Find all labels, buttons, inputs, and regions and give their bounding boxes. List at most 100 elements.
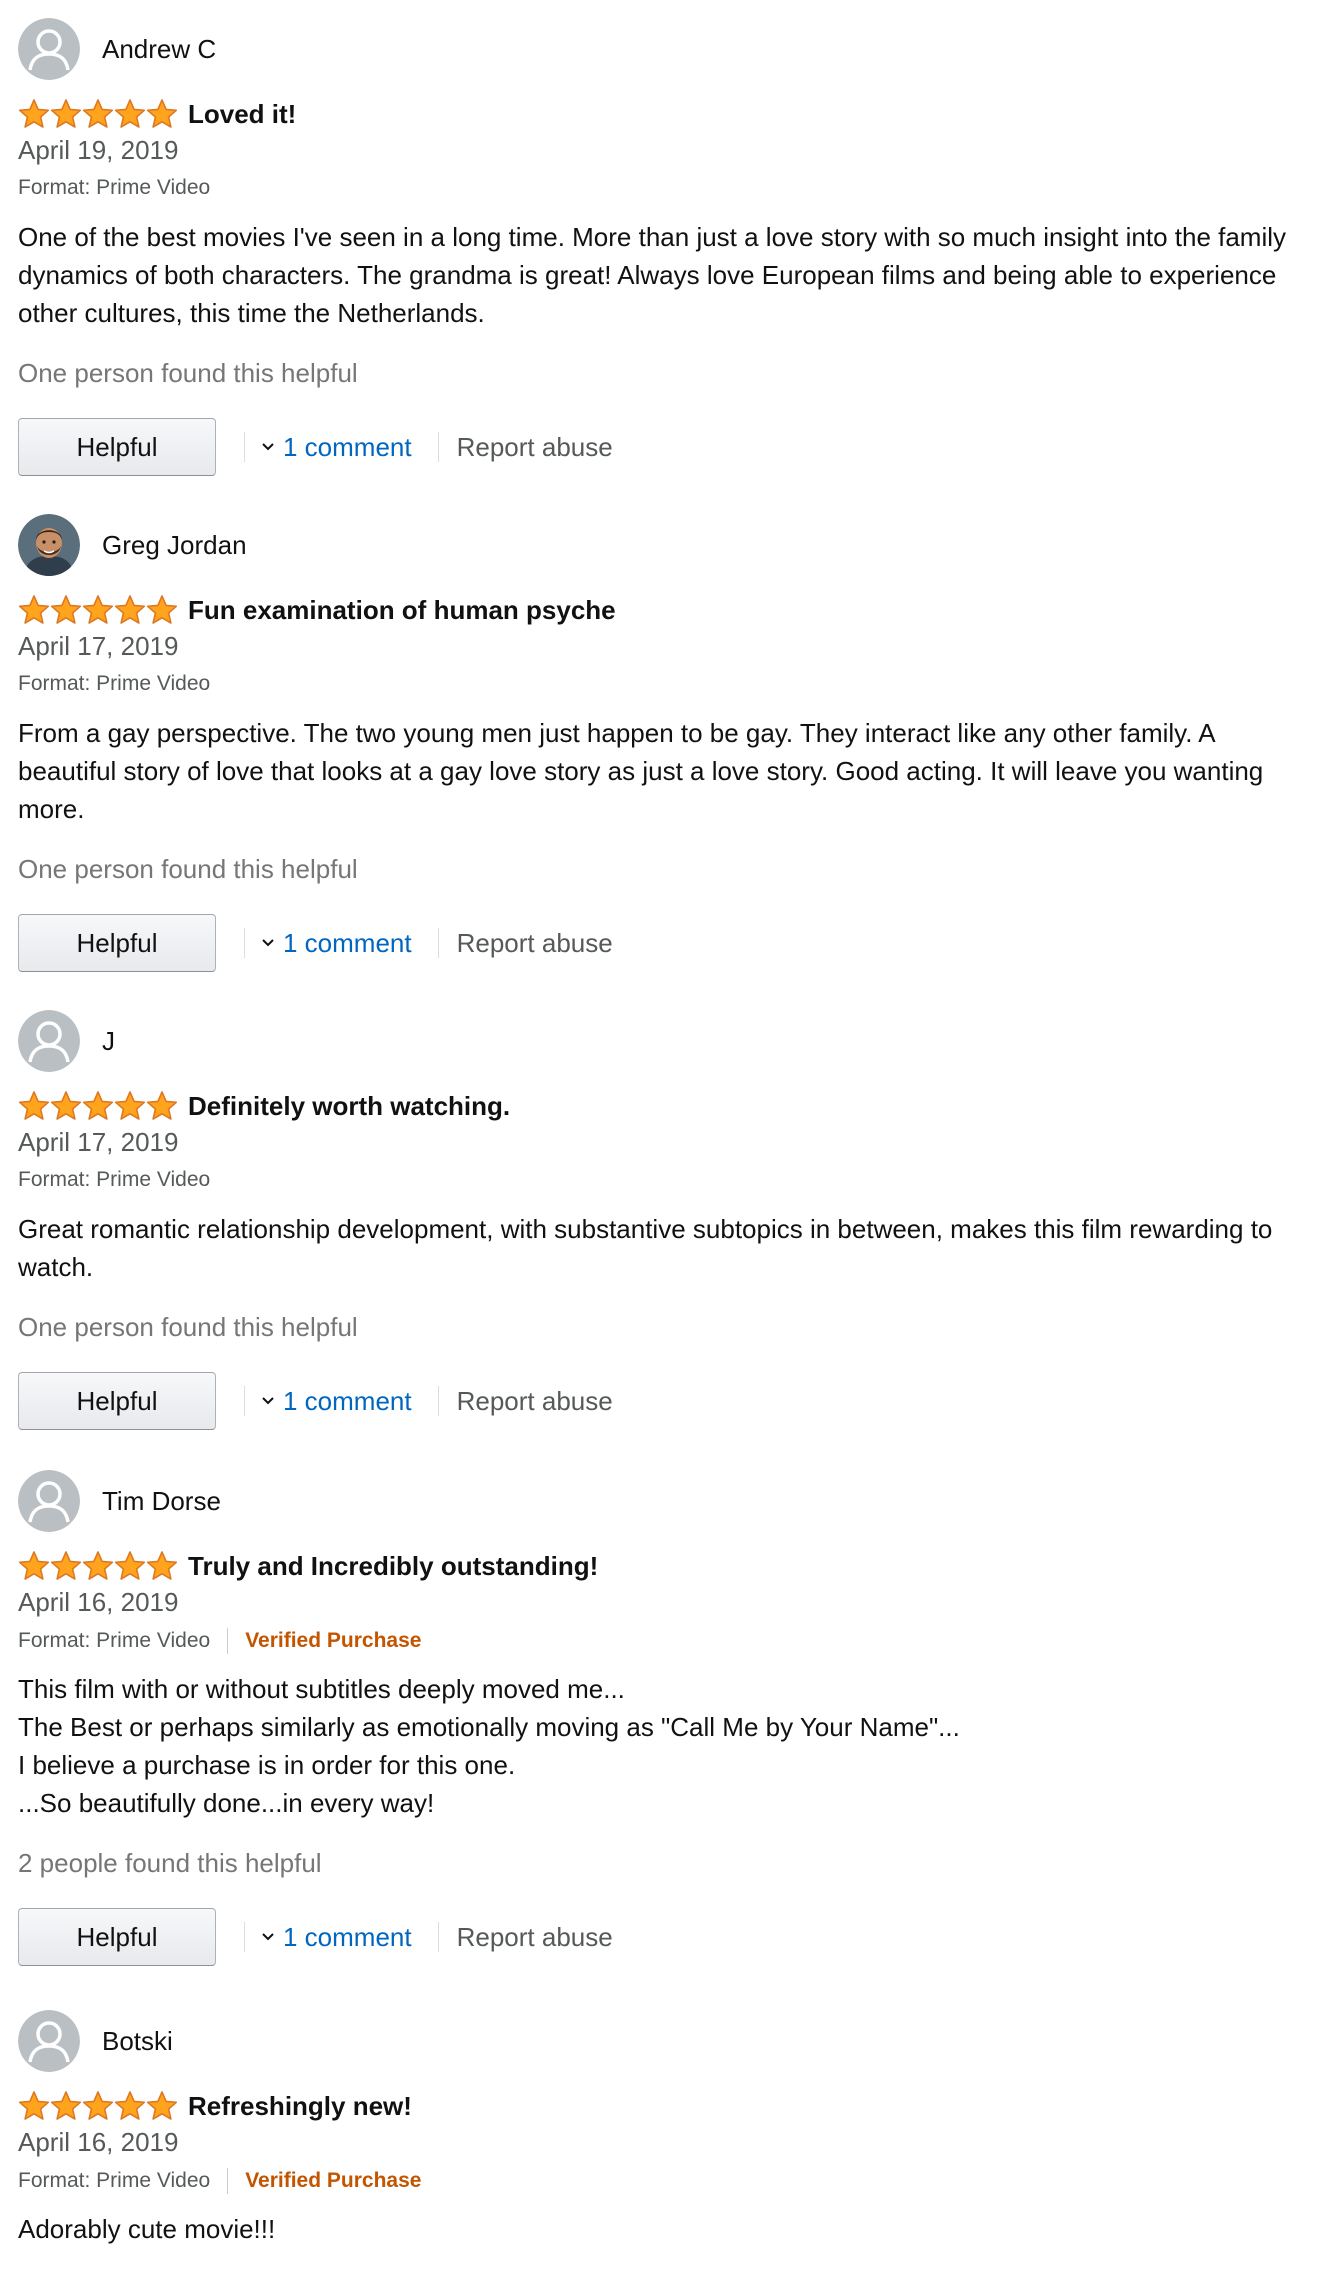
default-avatar-icon	[18, 2010, 80, 2072]
avatar[interactable]	[18, 2010, 80, 2072]
star-icon	[18, 2091, 50, 2120]
helpful-count: One person found this helpful	[18, 854, 358, 884]
star-icon	[82, 595, 114, 624]
star-icon	[114, 1551, 146, 1580]
divider	[437, 1922, 439, 1952]
verified-purchase-badge: Verified Purchase	[245, 2169, 422, 2192]
reviewer-name[interactable]: J	[102, 1026, 115, 1057]
review-body-line: This film with or without subtitles deep…	[18, 1674, 625, 1704]
divider	[437, 432, 439, 462]
verified-purchase-badge: Verified Purchase	[245, 1629, 422, 1652]
report-abuse-link[interactable]: Report abuse	[457, 1922, 613, 1953]
helpful-button[interactable]: Helpful	[18, 1372, 216, 1430]
review-body-line: The Best or perhaps similarly as emotion…	[18, 1712, 960, 1742]
reviewer-name[interactable]: Botski	[102, 2026, 173, 2057]
avatar[interactable]	[18, 1010, 80, 1072]
star-icon	[18, 595, 50, 624]
divider	[437, 1386, 439, 1416]
star-icon	[82, 2091, 114, 2120]
avatar[interactable]	[18, 18, 80, 80]
divider	[244, 432, 245, 462]
review-body-line: I believe a purchase is in order for thi…	[18, 1750, 516, 1780]
review-body-line: Adorably cute movie!!!	[18, 2214, 276, 2244]
reviewer-name[interactable]: Tim Dorse	[102, 1486, 221, 1517]
review-title[interactable]: Refreshingly new!	[188, 2091, 412, 2122]
comment-link-label[interactable]: 1 comment	[283, 928, 412, 959]
star-rating[interactable]	[18, 1550, 178, 1582]
report-abuse-link[interactable]: Report abuse	[457, 1386, 613, 1417]
chevron-down-icon	[262, 1397, 274, 1405]
comment-link[interactable]: 1 comment	[261, 928, 412, 959]
comment-link-label[interactable]: 1 comment	[283, 432, 412, 463]
helpful-button[interactable]: Helpful	[18, 914, 216, 972]
star-icon	[50, 595, 82, 624]
star-rating[interactable]	[18, 2090, 178, 2122]
review-body-line: One of the best movies I've seen in a lo…	[18, 222, 1287, 328]
star-icon	[146, 1091, 178, 1120]
helpful-count: One person found this helpful	[18, 1312, 358, 1342]
comment-link-label[interactable]: 1 comment	[283, 1922, 412, 1953]
review-format[interactable]: Format: Prime Video	[18, 2169, 210, 2193]
star-icon	[82, 99, 114, 128]
star-rating[interactable]	[18, 98, 178, 130]
star-icon	[146, 595, 178, 624]
avatar[interactable]	[18, 1470, 80, 1532]
review-format[interactable]: Format: Prime Video	[18, 672, 210, 696]
reviewer-name[interactable]: Andrew C	[102, 34, 216, 65]
helpful-button[interactable]: Helpful	[18, 418, 216, 476]
divider	[244, 1922, 245, 1952]
comment-link[interactable]: 1 comment	[261, 1386, 412, 1417]
comment-link[interactable]: 1 comment	[261, 432, 412, 463]
star-rating[interactable]	[18, 1090, 178, 1122]
review-format[interactable]: Format: Prime Video	[18, 1629, 210, 1653]
divider	[244, 1386, 245, 1416]
review-body-line: ...So beautifully done...in every way!	[18, 1788, 435, 1818]
review-body: Adorably cute movie!!!	[18, 2210, 1318, 2248]
star-icon	[50, 1091, 82, 1120]
reviewer-profile[interactable]: Tim Dorse	[18, 1470, 221, 1532]
reviewer-profile[interactable]: Andrew C	[18, 18, 216, 80]
review-title[interactable]: Definitely worth watching.	[188, 1091, 510, 1122]
helpful-count: One person found this helpful	[18, 358, 358, 388]
review-title[interactable]: Loved it!	[188, 99, 296, 130]
default-avatar-icon	[18, 1010, 80, 1072]
helpful-button[interactable]: Helpful	[18, 1908, 216, 1966]
helpful-count: 2 people found this helpful	[18, 1848, 322, 1878]
divider	[244, 928, 245, 958]
review-format[interactable]: Format: Prime Video	[18, 1168, 210, 1192]
divider	[437, 928, 439, 958]
star-icon	[146, 2091, 178, 2120]
chevron-down-icon	[262, 443, 274, 451]
report-abuse-link[interactable]: Report abuse	[457, 928, 613, 959]
reviewer-profile[interactable]: J	[18, 1010, 115, 1072]
star-icon	[50, 1551, 82, 1580]
avatar[interactable]	[18, 514, 80, 576]
star-icon	[50, 99, 82, 128]
divider	[227, 1628, 229, 1654]
review-date: April 16, 2019	[18, 1587, 179, 1617]
chevron-down-icon	[262, 939, 274, 947]
review-format[interactable]: Format: Prime Video	[18, 176, 210, 200]
review-title[interactable]: Truly and Incredibly outstanding!	[188, 1551, 598, 1582]
star-icon	[50, 2091, 82, 2120]
chevron-down-icon	[262, 1933, 274, 1941]
comment-link-label[interactable]: 1 comment	[283, 1386, 412, 1417]
report-abuse-link[interactable]: Report abuse	[457, 432, 613, 463]
reviewer-profile[interactable]: Botski	[18, 2010, 173, 2072]
reviewer-profile[interactable]: Greg Jordan	[18, 514, 247, 576]
reviewer-name[interactable]: Greg Jordan	[102, 530, 247, 561]
review-date: April 17, 2019	[18, 1127, 179, 1157]
review-body-line: Great romantic relationship development,…	[18, 1214, 1273, 1282]
default-avatar-icon	[18, 1470, 80, 1532]
review-title[interactable]: Fun examination of human psyche	[188, 595, 616, 626]
star-icon	[114, 2091, 146, 2120]
review-body: Great romantic relationship development,…	[18, 1210, 1318, 1286]
review-date: April 19, 2019	[18, 135, 179, 165]
star-icon	[18, 1091, 50, 1120]
star-icon	[18, 99, 50, 128]
star-icon	[82, 1551, 114, 1580]
review-body: One of the best movies I've seen in a lo…	[18, 218, 1318, 332]
star-rating[interactable]	[18, 594, 178, 626]
comment-link[interactable]: 1 comment	[261, 1922, 412, 1953]
user-photo-icon	[18, 514, 80, 576]
